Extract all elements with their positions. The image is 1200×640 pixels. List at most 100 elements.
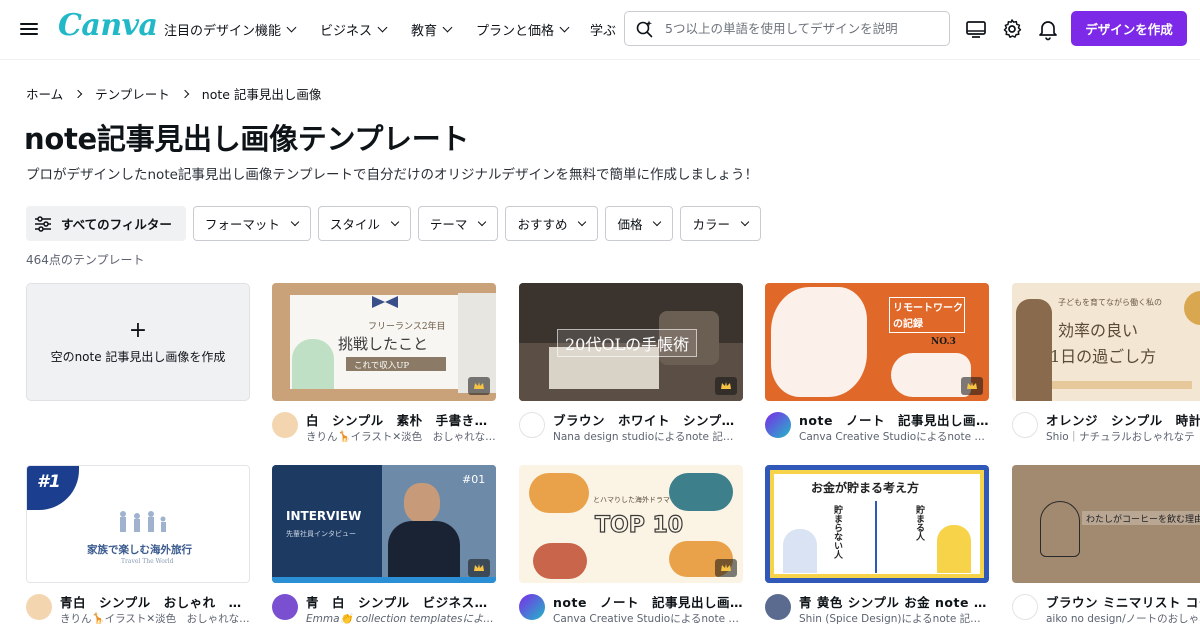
canva-avatar[interactable] <box>519 594 545 620</box>
filter-sliders-icon <box>34 215 52 232</box>
top-navigation-bar: Canva 注目のデザイン機能 ビジネス 教育 プランと価格 学ぶ デザインを作… <box>0 0 1200 60</box>
avatar[interactable] <box>26 594 52 620</box>
template-author[interactable]: aiko no design/ノートのおしゃれで <box>1046 611 1200 626</box>
notification-bell-icon[interactable] <box>1036 17 1060 41</box>
template-card[interactable]: 子どもを育てながら働く私の 効率の良い 1日の過ごし方 オレンジ シンプル 時計… <box>1012 283 1200 450</box>
template-card[interactable]: #1 家族で楽しむ海外旅行 Travel The World 青白 シンプル お… <box>26 465 250 632</box>
template-thumbnail[interactable]: INTERVIEW #01 先輩社員インタビュー <box>272 465 496 583</box>
nav-learn[interactable]: 学ぶ <box>590 0 624 58</box>
template-author[interactable]: Shin (Spice Design)によるnote 記事… <box>799 611 989 626</box>
desktop-app-icon[interactable] <box>964 17 988 41</box>
chevron-down-icon <box>559 22 570 32</box>
filter-format[interactable]: フォーマット <box>192 206 311 241</box>
template-title[interactable]: 青白 シンプル おしゃれ 余… <box>60 592 250 611</box>
template-author[interactable]: きりん🦒イラスト✕淡色 おしゃれな… <box>60 611 250 626</box>
filter-theme-label: テーマ <box>429 217 468 232</box>
avatar[interactable] <box>272 412 298 438</box>
premium-crown-icon <box>468 559 490 577</box>
template-author[interactable]: Emma👏 collection templatesによる… <box>306 611 496 626</box>
thumb-text: 効率の良い <box>1058 321 1139 340</box>
template-author[interactable]: きりん🦒イラスト✕淡色 おしゃれな… <box>306 429 496 444</box>
template-title[interactable]: 青 黄色 シンプル お金 note ノー… <box>799 592 989 611</box>
filter-theme[interactable]: テーマ <box>417 206 499 241</box>
breadcrumb-home[interactable]: ホーム <box>26 84 63 103</box>
all-filters-button[interactable]: すべてのフィルター <box>26 206 186 241</box>
nav-education-label: 教育 <box>411 23 438 39</box>
breadcrumb-current: note 記事見出し画像 <box>201 87 322 102</box>
nav-pricing[interactable]: プランと価格 <box>476 20 581 39</box>
avatar[interactable] <box>272 594 298 620</box>
filter-bar: すべてのフィルター フォーマット スタイル テーマ おすすめ 価格 カラー <box>26 206 761 241</box>
thumb-text: とハマりした海外ドラマ <box>593 496 670 504</box>
canva-logo[interactable]: Canva <box>58 8 158 43</box>
nav-featured[interactable]: 注目のデザイン機能 <box>164 20 308 39</box>
filter-price[interactable]: 価格 <box>605 206 674 241</box>
template-author[interactable]: Shio｜ナチュラルおしゃれなテ <box>1046 429 1200 444</box>
nav-education[interactable]: 教育 <box>411 20 464 39</box>
template-title[interactable]: ブラウン ミニマリスト コー <box>1046 592 1200 611</box>
search-bar[interactable] <box>624 11 950 46</box>
create-blank-card[interactable]: + 空のnote 記事見出し画像を作成 <box>26 283 250 401</box>
template-author[interactable]: Canva Creative Studioによるnote … <box>553 611 743 626</box>
chevron-down-icon <box>478 217 487 226</box>
page-subtitle: プロがデザインしたnote記事見出し画像テンプレートで自分だけのオリジナルデザイ… <box>26 167 759 183</box>
template-thumbnail[interactable]: #1 家族で楽しむ海外旅行 Travel The World <box>26 465 250 583</box>
template-title[interactable]: オレンジ シンプル 時計 <box>1046 410 1200 429</box>
template-thumbnail[interactable]: お金が貯まる考え方 貯まらない人 貯まる人 <box>765 465 989 583</box>
template-card[interactable]: お金が貯まる考え方 貯まらない人 貯まる人 青 黄色 シンプル お金 note … <box>765 465 989 632</box>
template-thumbnail[interactable]: リモートワーク の記録 NO.3 <box>765 283 989 401</box>
template-thumbnail[interactable]: 子どもを育てながら働く私の 効率の良い 1日の過ごし方 <box>1012 283 1200 401</box>
menu-icon[interactable] <box>20 20 38 38</box>
template-thumbnail[interactable]: 20代OLの手帳術 <box>519 283 743 401</box>
thumb-text: 貯まらない人 <box>832 505 842 559</box>
template-card[interactable]: わたしがコーヒーを飲む理由 ブラウン ミニマリスト コー aiko no des… <box>1012 465 1200 632</box>
search-input[interactable] <box>665 21 935 36</box>
template-thumbnail[interactable]: わたしがコーヒーを飲む理由 <box>1012 465 1200 583</box>
create-design-button[interactable]: デザインを作成 <box>1071 11 1187 46</box>
filter-price-label: 価格 <box>617 217 643 232</box>
thumb-text: わたしがコーヒーを飲む理由 <box>1086 515 1200 525</box>
thumb-text: TOP 10 <box>594 512 684 538</box>
chevron-down-icon <box>442 22 453 32</box>
avatar[interactable] <box>1012 594 1038 620</box>
filter-recommended[interactable]: おすすめ <box>505 206 599 241</box>
template-card[interactable]: INTERVIEW #01 先輩社員インタビュー 青 白 シンプル ビジネス …… <box>272 465 496 632</box>
filter-color[interactable]: カラー <box>680 206 761 241</box>
template-thumbnail[interactable]: フリーランス2年目 挑戦したこと これで収入UP <box>272 283 496 401</box>
avatar[interactable] <box>519 412 545 438</box>
template-title[interactable]: ブラウン ホワイト シンプル… <box>553 410 743 429</box>
chevron-down-icon <box>290 217 300 226</box>
all-filters-label: すべてのフィルター <box>61 217 172 232</box>
thumb-text: お金が貯まる考え方 <box>811 481 920 495</box>
thumb-text: 子どもを育てながら働く私の <box>1058 298 1162 307</box>
avatar[interactable] <box>765 594 791 620</box>
template-title[interactable]: note ノート 記事見出し画像… <box>799 410 989 429</box>
template-title[interactable]: 白 シンプル 素朴 手書き … <box>306 410 496 429</box>
thumb-text: 挑戦したこと <box>338 335 429 353</box>
filter-style[interactable]: スタイル <box>317 206 411 241</box>
thumb-text: 家族で楽しむ海外旅行 <box>87 544 192 556</box>
family-illustration <box>115 510 171 532</box>
nav-pricing-label: プランと価格 <box>476 23 555 39</box>
template-title[interactable]: note ノート 記事見出し画像… <box>553 592 743 611</box>
premium-crown-icon <box>468 377 490 395</box>
template-card[interactable]: フリーランス2年目 挑戦したこと これで収入UP 白 シンプル 素朴 手書き …… <box>272 283 496 450</box>
thumb-text: #01 <box>462 473 486 486</box>
template-author[interactable]: Nana design studioによるnote 記事… <box>553 429 743 444</box>
chevron-down-icon <box>578 217 587 226</box>
template-thumbnail[interactable]: とハマりした海外ドラマ TOP 10 <box>519 465 743 583</box>
template-author[interactable]: Canva Creative Studioによるnote … <box>799 429 989 444</box>
chevron-down-icon <box>390 217 400 226</box>
nav-business[interactable]: ビジネス <box>320 20 399 39</box>
template-card[interactable]: 20代OLの手帳術 ブラウン ホワイト シンプル… Nana design st… <box>519 283 743 450</box>
thumb-text: 貯まる人 <box>914 505 924 541</box>
settings-gear-icon[interactable] <box>1000 17 1024 41</box>
template-card[interactable]: とハマりした海外ドラマ TOP 10 note ノート 記事見出し画像… Can… <box>519 465 743 632</box>
avatar[interactable] <box>1012 412 1038 438</box>
chevron-right-icon <box>73 89 83 98</box>
template-card[interactable]: リモートワーク の記録 NO.3 note ノート 記事見出し画像… Canva… <box>765 283 989 450</box>
breadcrumb-templates[interactable]: テンプレート <box>95 84 170 103</box>
thumb-text: 1日の過ごし方 <box>1050 347 1157 366</box>
canva-avatar[interactable] <box>765 412 791 438</box>
template-title[interactable]: 青 白 シンプル ビジネス … <box>306 592 496 611</box>
